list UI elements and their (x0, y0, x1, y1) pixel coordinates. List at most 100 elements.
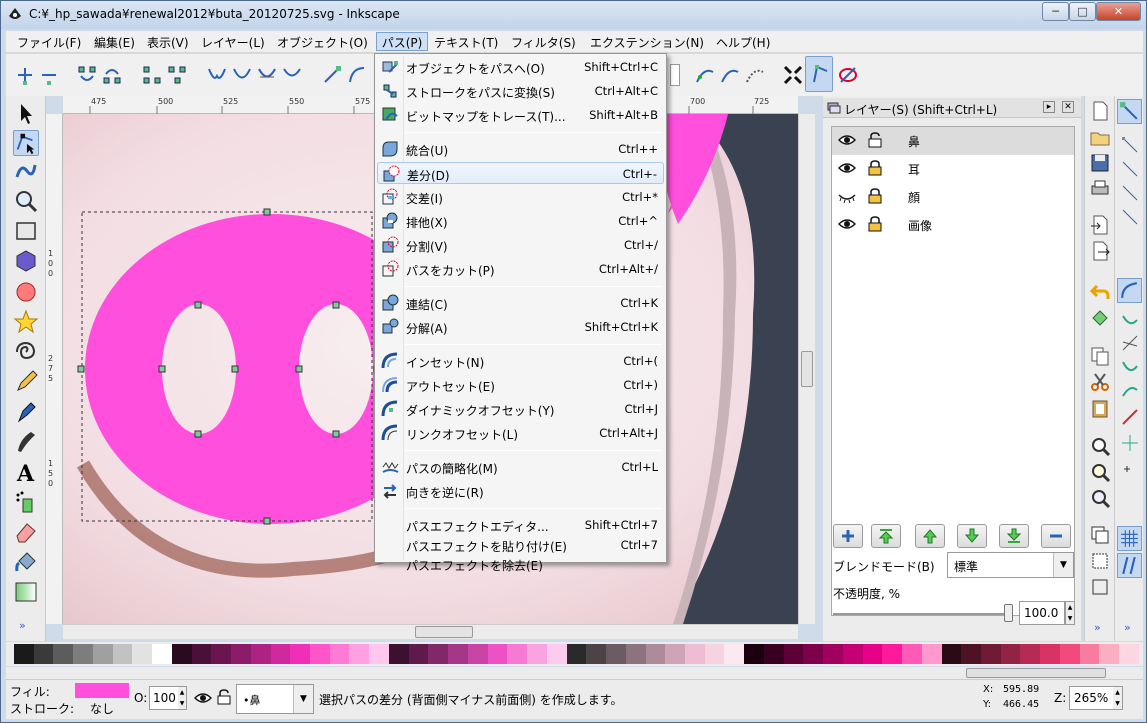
palette-swatch[interactable] (882, 644, 903, 664)
path-menu-item[interactable]: パスをカット(P) Ctrl+Alt+/ (377, 258, 664, 280)
snap-paths-icon[interactable] (1119, 308, 1141, 330)
more-commands-icon[interactable]: » (1094, 621, 1101, 634)
palette-swatch[interactable] (33, 644, 54, 664)
snap-enable-toggle[interactable] (1117, 99, 1142, 124)
path-menu-item[interactable]: ストロークをパスに変換(S) Ctrl+Alt+C (377, 80, 664, 102)
palette-swatch[interactable] (566, 644, 587, 664)
palette-swatch[interactable] (231, 644, 251, 664)
horizontal-scrollbar[interactable] (63, 624, 798, 639)
palette-swatch[interactable] (1020, 644, 1041, 664)
path-menu-item[interactable]: 統合(U) Ctrl++ (377, 138, 664, 160)
dock-close-button[interactable]: ✕ (1062, 101, 1074, 113)
path-menu-item[interactable]: 連結(C) Ctrl+K (377, 292, 664, 314)
show-outline-icon[interactable] (719, 64, 741, 86)
palette-swatch[interactable] (1099, 644, 1120, 664)
path-menu-item[interactable]: 交差(I) Ctrl+* (377, 186, 664, 208)
zoom-selection-icon[interactable] (1089, 435, 1111, 457)
palette-swatch[interactable] (112, 644, 133, 664)
menu-help[interactable]: ヘルプ(H) (716, 34, 770, 51)
palette-swatch[interactable] (783, 644, 804, 664)
auto-smooth-node-icon[interactable] (281, 64, 303, 86)
zoom-drawing-icon[interactable] (1089, 461, 1111, 483)
star-tool-icon[interactable] (13, 309, 39, 335)
palette-swatch[interactable] (408, 644, 429, 664)
cusp-node-icon[interactable] (206, 64, 228, 86)
layer-name[interactable]: 顔 (908, 189, 920, 206)
layer-row[interactable]: 画像 (832, 211, 1074, 239)
tweak-tool-icon[interactable] (13, 159, 39, 185)
path-menu-item[interactable]: パスエフェクトを除去(E) (377, 553, 664, 575)
import-icon[interactable] (1089, 214, 1111, 236)
layer-row[interactable]: 鼻 (832, 127, 1074, 155)
palette-swatch[interactable] (606, 644, 626, 664)
palette-swatch[interactable] (1079, 644, 1100, 664)
palette-swatch[interactable] (349, 644, 370, 664)
path-menu-item[interactable]: ダイナミックオフセット(Y) Ctrl+J (377, 398, 664, 420)
pen-tool-icon[interactable] (13, 399, 39, 425)
menu-file[interactable]: ファイル(F) (17, 34, 81, 51)
join-segment-icon[interactable] (141, 64, 163, 86)
dropdown-edge[interactable] (670, 64, 680, 86)
spray-tool-icon[interactable] (13, 489, 39, 515)
palette-swatch[interactable] (53, 644, 74, 664)
save-icon[interactable] (1089, 152, 1111, 174)
close-window-button[interactable]: ✕ (1096, 2, 1141, 21)
eye-closed-icon[interactable] (838, 189, 856, 203)
stroke-value[interactable]: なし (90, 700, 114, 717)
show-path-outline-toggle[interactable] (805, 56, 833, 92)
path-menu-item[interactable]: パスの簡略化(M) Ctrl+L (377, 456, 664, 478)
snap-center-icon[interactable] (1119, 432, 1141, 454)
palette-swatch[interactable] (546, 644, 567, 664)
path-menu-item[interactable]: 向きを逆に(R) (377, 480, 664, 502)
snap-bbox-midpoint-icon[interactable] (1119, 206, 1141, 228)
open-icon[interactable] (1089, 126, 1111, 148)
opacity-spinner[interactable]: ▲ ▼ (1065, 601, 1075, 625)
object-opacity-spinner[interactable]: ▲ ▼ (178, 687, 186, 709)
palette-swatch[interactable] (1000, 644, 1021, 664)
horizontal-scroll-thumb[interactable] (415, 626, 473, 638)
new-document-icon[interactable] (1089, 100, 1111, 122)
palette-swatch[interactable] (92, 644, 113, 664)
fill-swatch[interactable] (75, 683, 129, 698)
palette-swatch[interactable] (132, 644, 153, 664)
zoom-tool-icon[interactable] (13, 188, 39, 214)
menu-filters[interactable]: フィルタ(S) (511, 34, 576, 51)
add-layer-button[interactable] (833, 524, 863, 548)
delete-layer-button[interactable] (1041, 524, 1071, 548)
line-segment-icon[interactable] (321, 64, 343, 86)
palette-swatch[interactable] (665, 644, 685, 664)
palette-swatch[interactable] (980, 644, 1001, 664)
snap-grid-toggle[interactable] (1117, 526, 1142, 551)
ellipse-tool-icon[interactable] (13, 279, 39, 305)
path-menu-item[interactable]: オブジェクトをパスへ(O) Shift+Ctrl+C (377, 56, 664, 78)
more-tools-icon[interactable]: » (19, 619, 26, 632)
undo-icon[interactable] (1089, 281, 1111, 303)
zoom-spinner[interactable]: ▲ ▼ (1113, 687, 1122, 709)
layer-visibility-icon[interactable] (194, 691, 212, 705)
menu-extensions[interactable]: エクステンション(N) (590, 34, 704, 51)
raise-layer-button[interactable] (915, 524, 945, 548)
curve-segment-icon[interactable] (346, 64, 368, 86)
palette-scroll-thumb[interactable] (966, 668, 1106, 678)
vertical-scrollbar[interactable] (798, 114, 815, 624)
dock-iconify-button[interactable]: ▸ (1043, 101, 1055, 113)
palette-swatch[interactable] (1059, 644, 1080, 664)
path-menu-item[interactable]: リンクオフセット(L) Ctrl+Alt+J (377, 422, 664, 444)
eye-icon[interactable] (838, 133, 856, 147)
path-menu-item[interactable]: 分割(V) Ctrl+/ (377, 234, 664, 256)
palette-swatch[interactable] (270, 644, 291, 664)
show-handles-icon[interactable] (694, 64, 716, 86)
layer-row[interactable]: 耳 (832, 155, 1074, 183)
palette-swatch[interactable] (191, 644, 212, 664)
snap-bbox-corner-icon[interactable] (1119, 182, 1141, 204)
palette-swatch[interactable] (921, 644, 942, 664)
layer-name[interactable]: 鼻 (908, 133, 920, 150)
symmetric-node-icon[interactable] (256, 64, 278, 86)
palette-swatch[interactable] (448, 644, 468, 664)
snap-intersection-icon[interactable] (1119, 332, 1141, 354)
path-menu-item[interactable]: アウトセット(E) Ctrl+) (377, 374, 664, 396)
palette-swatch[interactable] (704, 644, 725, 664)
pencil-tool-icon[interactable] (13, 369, 39, 395)
palette-swatch[interactable] (724, 644, 745, 664)
path-menu-item[interactable]: 差分(D) Ctrl+- (377, 162, 664, 184)
